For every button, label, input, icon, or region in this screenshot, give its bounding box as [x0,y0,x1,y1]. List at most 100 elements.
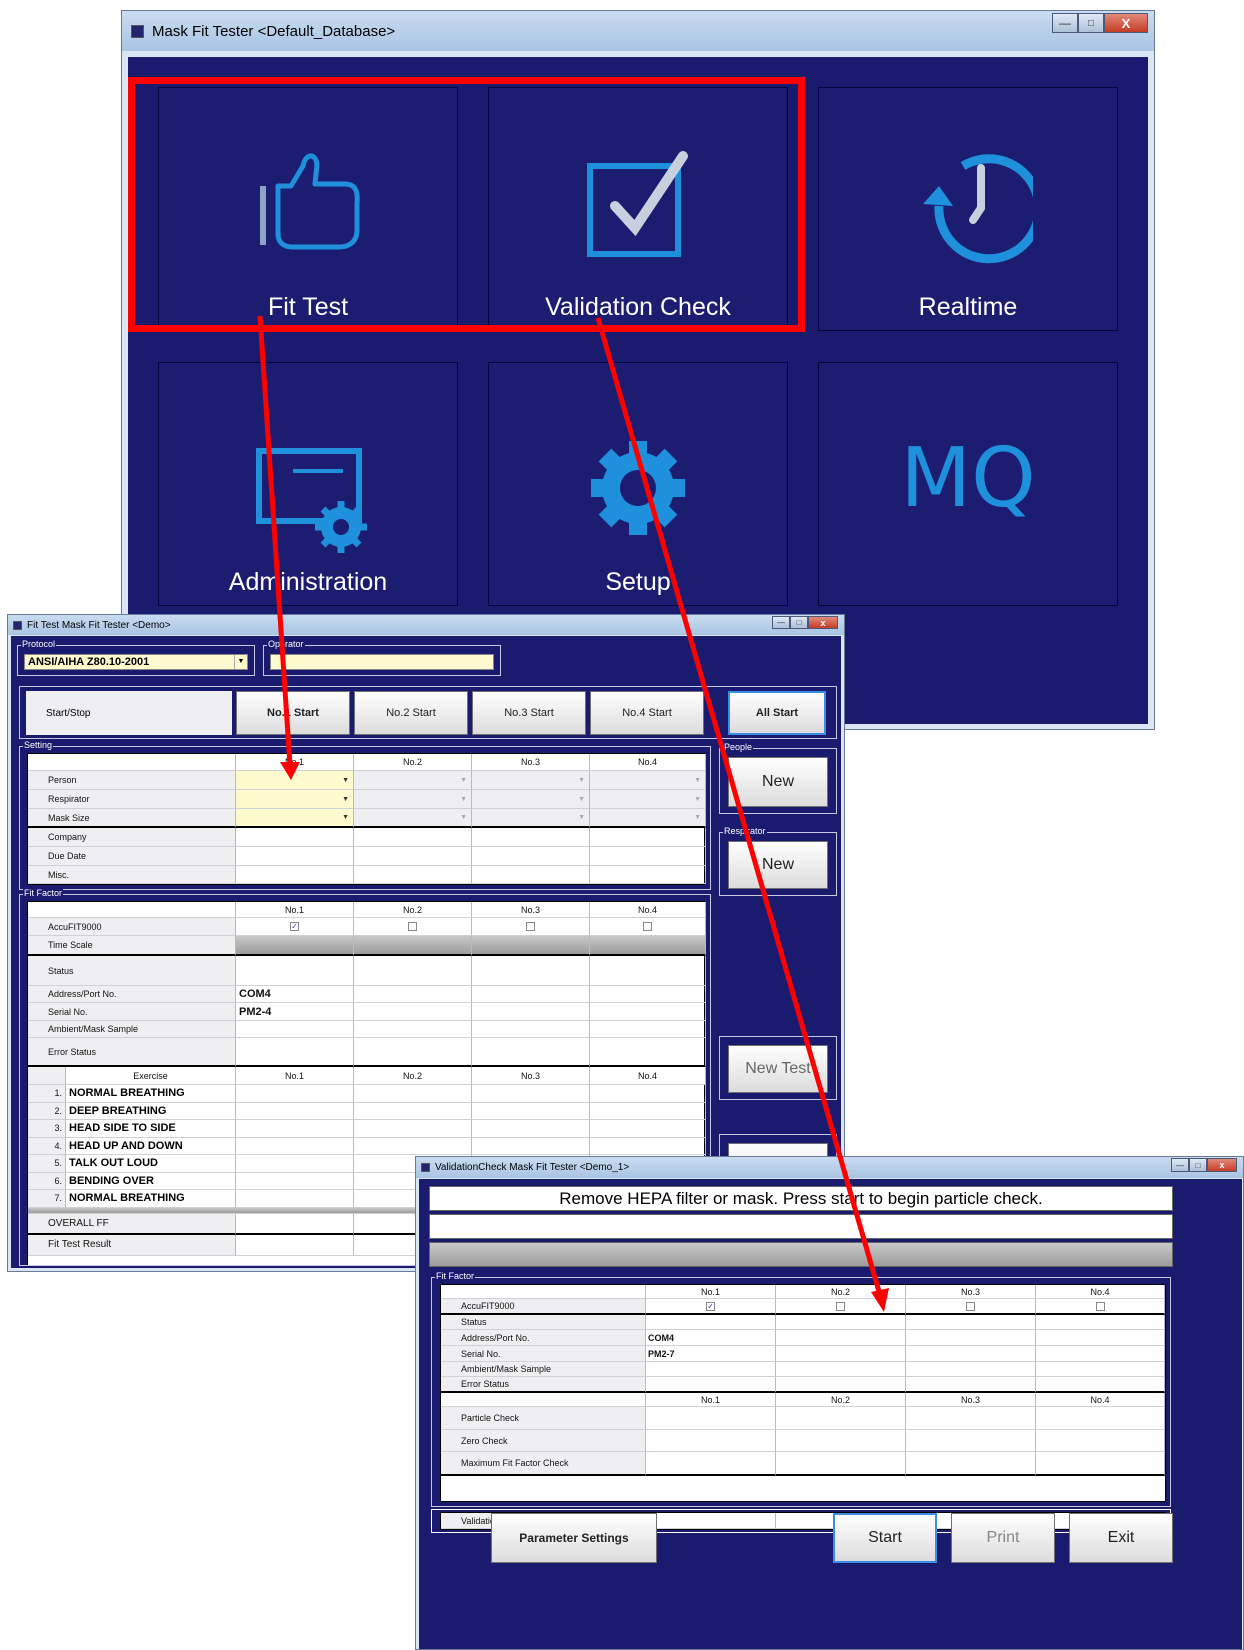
exercise-name: HEAD UP AND DOWN [66,1137,236,1155]
misc-cell[interactable] [236,866,354,884]
respirator-label: Respirator [723,825,767,837]
vc-check-col-header: No.4 [1036,1393,1165,1407]
validation-grid: No.1 No.2 No.3 No.4 AccuFIT9000 ✓ Status… [440,1284,1166,1502]
protocol-dropdown[interactable]: ANSI/AIHA Z80.10-2001 ▼ [24,654,248,670]
vc-device-checkbox-no1[interactable]: ✓ [706,1301,715,1311]
maximize-icon[interactable]: □ [790,616,808,629]
vc-sample-label: Ambient/Mask Sample [441,1362,646,1377]
device-checkbox-no4[interactable] [643,922,652,931]
start-button[interactable]: Start [833,1513,937,1563]
vc-device-label: AccuFIT9000 [441,1299,646,1315]
person-dropdown-no2[interactable]: ▼ [354,771,472,790]
misc-cell[interactable] [354,866,472,884]
no4-start-button[interactable]: No.4 Start [590,691,704,735]
exit-button[interactable]: Exit [1069,1513,1173,1563]
no3-start-button[interactable]: No.3 Start [472,691,586,735]
exercise-cell [590,1085,706,1103]
vc-check-col-header: No.3 [906,1393,1036,1407]
vc-device-checkbox-no2[interactable] [836,1301,845,1311]
sample-cell [472,1021,590,1038]
vc-device-checkbox-no4[interactable] [1095,1301,1105,1311]
mask-size-dropdown-no4[interactable]: ▼ [590,809,706,828]
close-icon[interactable]: X [1104,13,1148,33]
exercise-cell [590,1137,706,1155]
all-start-button[interactable]: All Start [728,691,826,735]
minimize-icon[interactable]: — [1052,13,1078,33]
operator-group: Operator [263,638,501,676]
vc-serial-value-no1: PM2-7 [646,1346,776,1362]
chevron-down-icon: ▼ [578,776,585,784]
operator-field[interactable] [270,654,494,670]
address-cell [472,986,590,1003]
no2-start-button[interactable]: No.2 Start [354,691,468,735]
main-window-title: Mask Fit Tester <Default_Database> [152,22,396,40]
chevron-down-icon: ▼ [460,776,467,784]
validation-result-cell [646,1513,776,1529]
minimize-icon[interactable]: — [1171,1158,1189,1172]
device-checkbox-no3[interactable] [526,922,535,931]
vc-col-header: No.3 [906,1285,1036,1299]
respirator-dropdown-no2[interactable]: ▼ [354,790,472,809]
device-row-label: AccuFIT9000 [28,918,236,936]
vc-device-checkbox-no3[interactable] [966,1301,975,1311]
zero-check-cell [1036,1430,1165,1452]
respirator-new-button[interactable]: New [728,841,828,889]
no1-start-button[interactable]: No.1 Start [236,691,350,735]
person-dropdown-no1[interactable]: ▼ [236,771,354,790]
parameter-settings-button[interactable]: Parameter Settings [491,1513,657,1563]
respirator-dropdown-no3[interactable]: ▼ [472,790,590,809]
exercise-num: 5. [28,1155,66,1173]
due-date-cell[interactable] [354,847,472,866]
tile-realtime[interactable]: Realtime [818,87,1118,331]
company-cell[interactable] [236,828,354,847]
chevron-down-icon: ▼ [342,814,349,821]
new-test-button[interactable]: New Test [728,1045,828,1093]
people-new-button[interactable]: New [728,757,828,807]
status-cell [236,956,354,986]
setting-label: Setting [23,739,54,751]
vc-status-cell [1036,1315,1165,1330]
device-checkbox-no1[interactable]: ✓ [290,922,299,931]
vc-corner [441,1285,646,1299]
due-date-cell[interactable] [472,847,590,866]
misc-cell[interactable] [472,866,590,884]
exercise-name: NORMAL BREATHING [66,1190,236,1208]
maximize-icon[interactable]: □ [1078,13,1104,33]
exercise-name: TALK OUT LOUD [66,1155,236,1173]
tile-setup[interactable]: Setup [488,362,788,606]
person-dropdown-no4[interactable]: ▼ [590,771,706,790]
tile-mq[interactable]: MQ [818,362,1118,606]
mask-size-dropdown-no3[interactable]: ▼ [472,809,590,828]
time-scale-bar [472,936,590,956]
validation-fit-factor-label: Fit Factor [435,1270,476,1282]
respirator-dropdown-no1[interactable]: ▼ [236,790,354,809]
company-cell[interactable] [472,828,590,847]
person-dropdown-no3[interactable]: ▼ [472,771,590,790]
minimize-icon[interactable]: — [772,616,790,629]
due-date-cell[interactable] [236,847,354,866]
error-cell [236,1038,354,1067]
window-controls: — □ x [1171,1158,1237,1172]
close-icon[interactable]: x [808,616,838,629]
close-icon[interactable]: x [1207,1158,1237,1172]
chevron-down-icon: ▼ [234,655,247,669]
window-controls: — □ X [1052,13,1148,33]
maximize-icon[interactable]: □ [1189,1158,1207,1172]
tile-administration[interactable]: Administration [158,362,458,606]
setting-row-label: Misc. [28,866,236,884]
vc-device-checkbox-cell [776,1299,906,1315]
validation-print-button[interactable]: Print [951,1513,1055,1563]
respirator-dropdown-no4[interactable]: ▼ [590,790,706,809]
company-cell[interactable] [354,828,472,847]
zero-check-cell [776,1430,906,1452]
company-cell[interactable] [590,828,706,847]
mask-size-dropdown-no1[interactable]: ▼ [236,809,354,828]
ex-col-header: No.1 [236,1067,354,1085]
zero-check-label: Zero Check [441,1430,646,1452]
ff-col-header: No.4 [590,902,706,918]
device-checkbox-no2[interactable] [408,922,417,931]
mask-size-dropdown-no2[interactable]: ▼ [354,809,472,828]
due-date-cell[interactable] [590,847,706,866]
max-ff-check-label: Maximum Fit Factor Check [441,1452,646,1476]
misc-cell[interactable] [590,866,706,884]
